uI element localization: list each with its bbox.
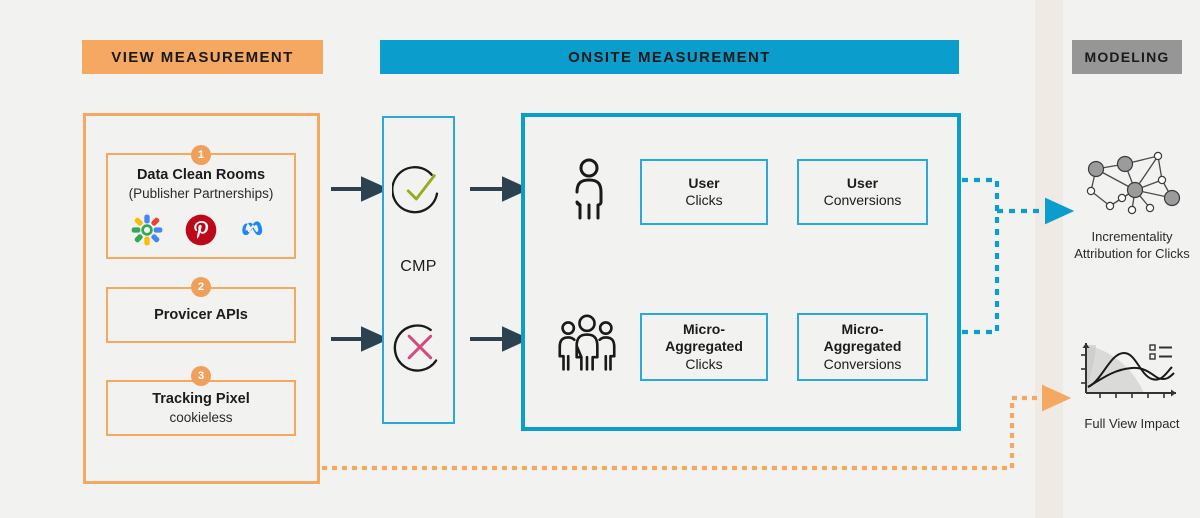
onsite-card-title-line1: Micro- [683, 321, 725, 338]
banner-view-measurement: VIEW MEASUREMENT [82, 40, 323, 74]
check-circle-icon [392, 166, 439, 214]
cross-circle-icon [393, 324, 438, 372]
banner-modeling: MODELING [1072, 40, 1182, 74]
pinterest-logo [185, 214, 217, 246]
network-graph-icon [1086, 151, 1181, 215]
onsite-card-title-line2: Aggregated [665, 338, 743, 355]
diagram-canvas: VIEW MEASUREMENT ONSITE MEASUREMENT MODE… [0, 0, 1200, 518]
onsite-card-user-clicks[interactable]: User Clicks [640, 159, 768, 225]
onsite-card-title: User [688, 174, 720, 191]
caption-line-2: Attribution for Clicks [1074, 246, 1190, 262]
view-card-tracking-pixel[interactable]: Tracking Pixel cookieless [106, 380, 296, 436]
partner-logo-row [131, 214, 271, 246]
onsite-card-subtitle: Clicks [685, 355, 723, 372]
caption-line-1: Full View Impact [1084, 416, 1180, 431]
line-chart-icon [1081, 343, 1176, 398]
onsite-card-micro-aggregated-clicks[interactable]: Micro- Aggregated Clicks [640, 313, 768, 381]
modeling-caption-incrementality: Incrementality Attribution for Clicks [1057, 228, 1200, 262]
onsite-card-micro-aggregated-conversions[interactable]: Micro- Aggregated Conversions [797, 313, 928, 381]
onsite-card-subtitle: Clicks [685, 192, 723, 208]
banner-onsite-measurement: ONSITE MEASUREMENT [380, 40, 959, 74]
view-card-subtitle: (Publisher Partnerships) [128, 185, 274, 201]
onsite-card-title: User [846, 174, 879, 191]
view-card-subtitle: cookieless [169, 409, 233, 425]
cmp-label: CMP [400, 258, 437, 275]
onsite-card-subtitle: Conversions [823, 192, 902, 208]
google-ads-data-hub-logo [131, 214, 163, 246]
view-card-title: Data Clean Rooms [136, 166, 266, 183]
view-card-title: Tracking Pixel [152, 390, 250, 407]
view-card-data-clean-rooms[interactable]: Data Clean Rooms (Publisher Partnerships… [106, 153, 296, 259]
onsite-card-title-line1: Micro- [841, 321, 884, 338]
onsite-card-title-line2: Aggregated [823, 338, 902, 355]
view-card-number-badge: 3 [191, 366, 211, 386]
view-card-title: Provicer APIs [154, 306, 248, 323]
view-card-number-badge: 2 [191, 277, 211, 297]
single-person-icon [575, 158, 603, 220]
caption-line-1: Incrementality [1091, 229, 1173, 244]
meta-logo [242, 221, 263, 236]
group-of-people-icon [558, 314, 616, 371]
view-card-number-badge: 1 [191, 145, 211, 165]
onsite-card-user-conversions[interactable]: User Conversions [797, 159, 928, 225]
onsite-card-subtitle: Conversions [823, 355, 902, 372]
modeling-caption-full-view-impact: Full View Impact [1057, 415, 1200, 432]
